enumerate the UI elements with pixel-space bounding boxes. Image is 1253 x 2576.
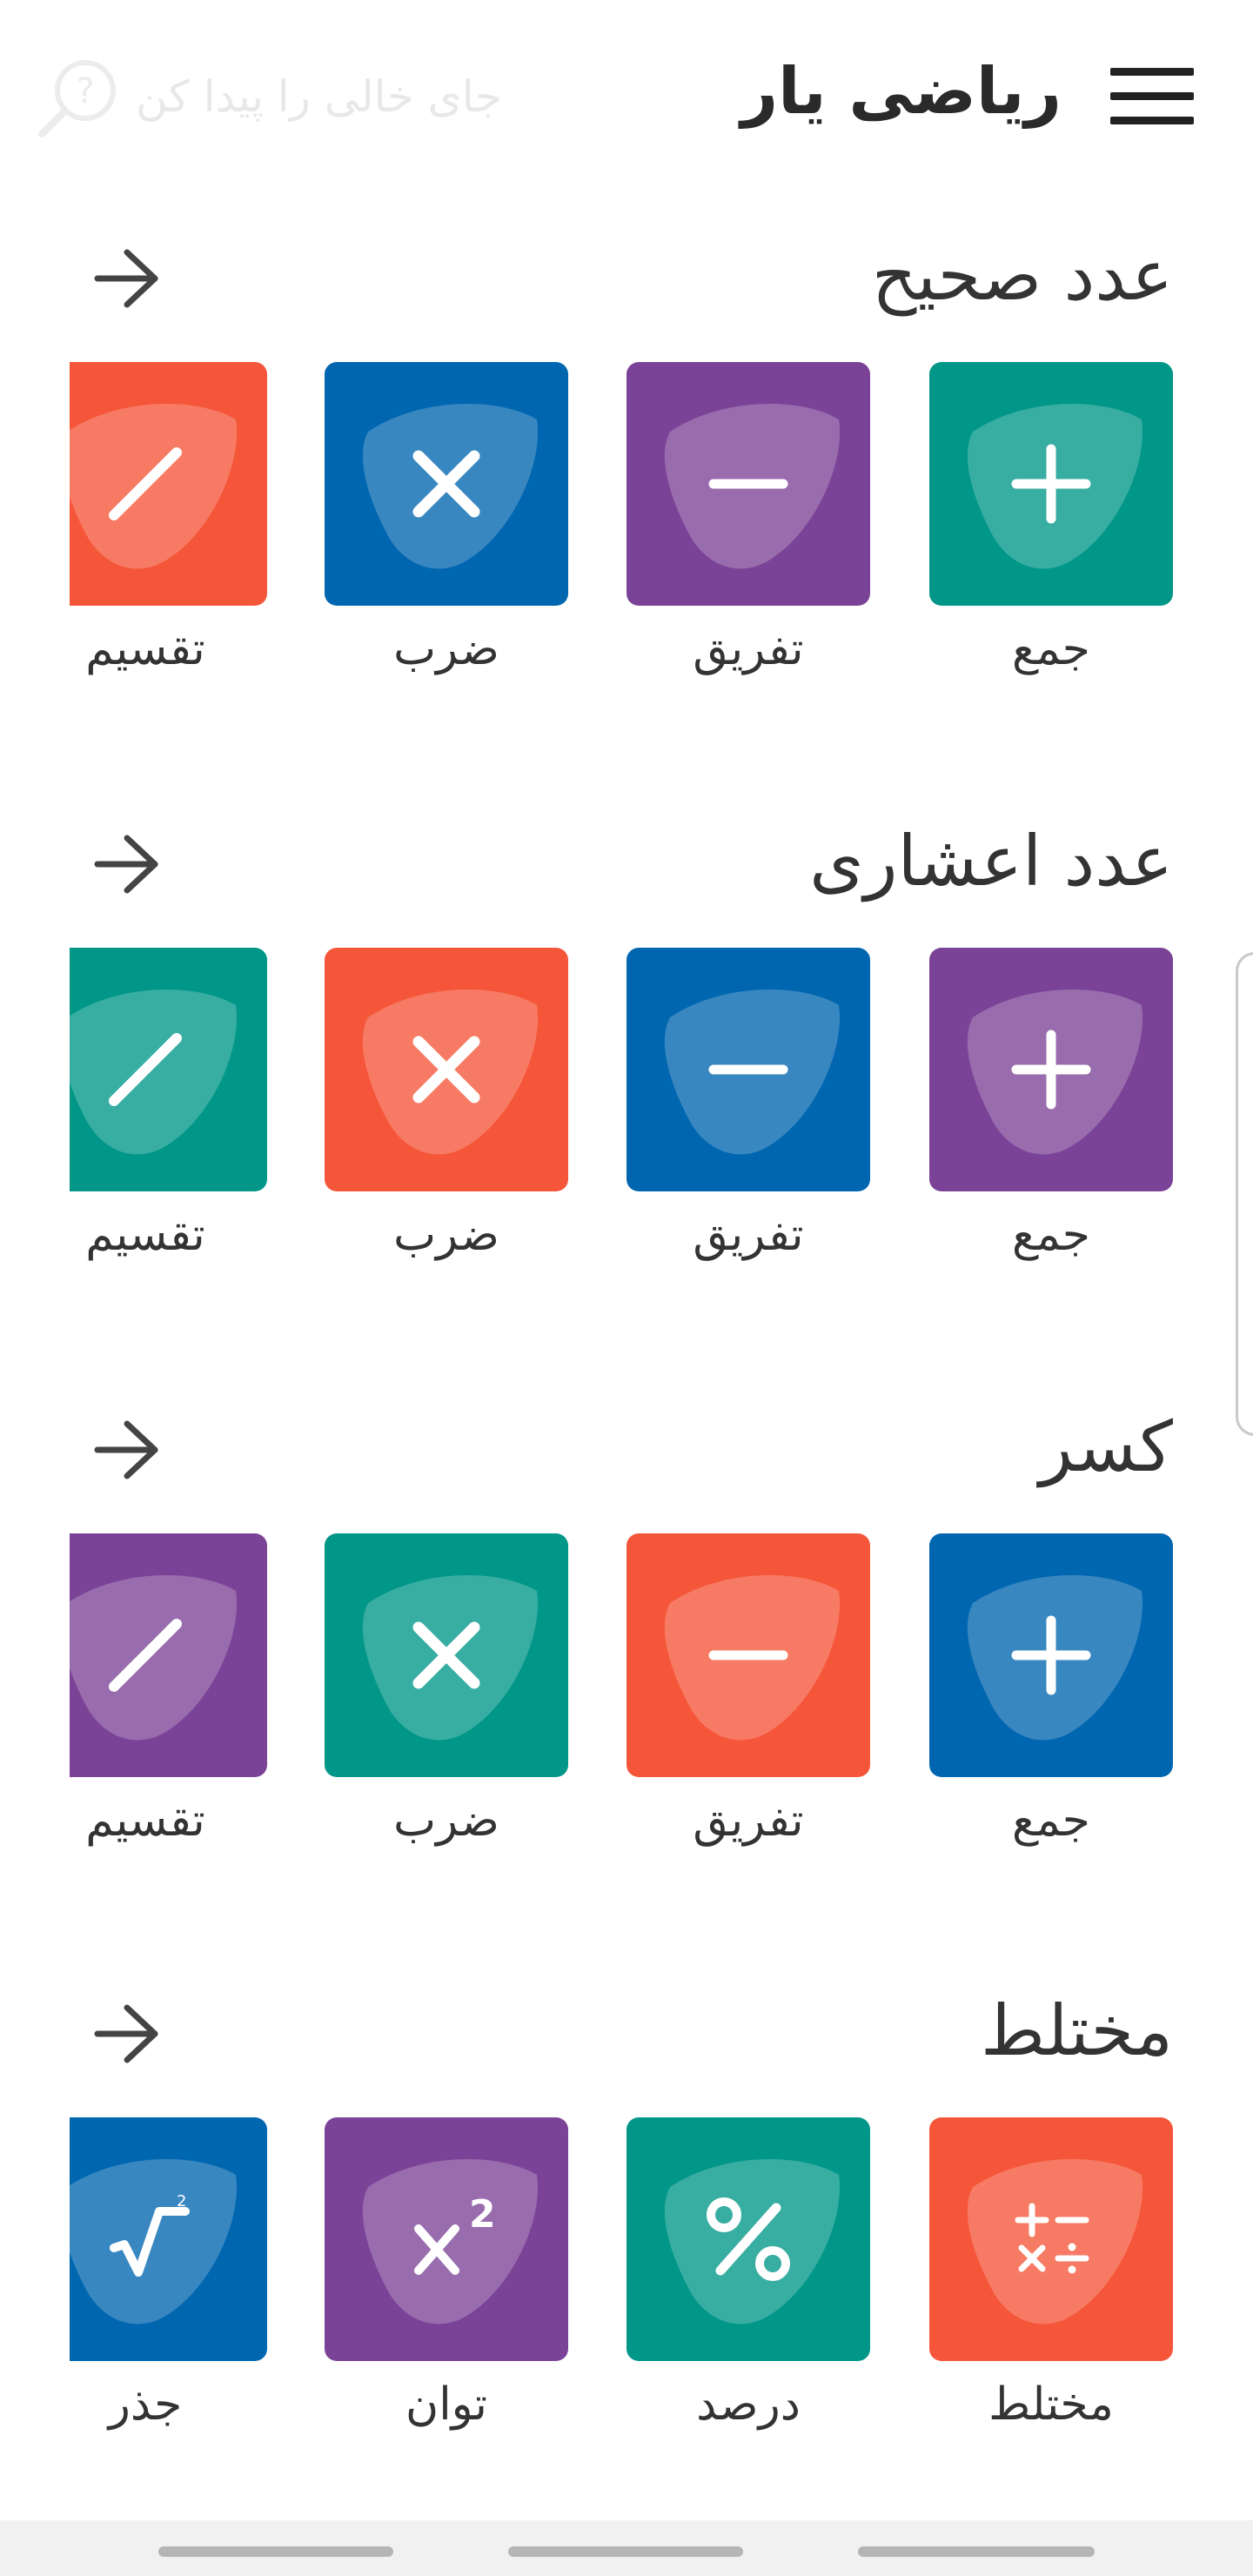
tile-decimal-divide[interactable] [70,948,267,1191]
section-integer: عدد صحیح جمع تفریق ضرب تقسیم [0,235,1253,722]
tile-label: جمع [1012,1794,1090,1847]
section-fraction: کسر جمع تفریق ضرب تقسیم [0,1406,1253,1894]
menu-icon-bar [1110,92,1194,100]
tile-fraction-subtract[interactable] [626,1533,870,1777]
tile-decimal-add[interactable] [929,948,1173,1191]
arrow-left-icon[interactable] [87,244,165,313]
tile-graphic [626,948,870,1191]
mixed-operations-icon [967,2158,1143,2324]
tile-graphic [70,362,267,606]
svg-text:2: 2 [469,2192,496,2237]
plus-icon [967,989,1143,1155]
times-icon [362,403,539,569]
tile-integer-subtract[interactable] [626,362,870,606]
arrow-left-icon[interactable] [87,1999,165,2069]
tile-graphic [626,1533,870,1777]
tile-graphic: 2 [70,2117,267,2361]
tile-fraction-divide[interactable] [70,1533,267,1777]
tile-graphic [626,2117,870,2361]
tile-graphic [325,1533,568,1777]
tile-label: تقسیم [85,1209,205,1261]
tile-integer-add[interactable] [929,362,1173,606]
percent-icon [664,2158,841,2324]
tile-label: ضرب [393,1209,499,1261]
tile-graphic [70,948,267,1191]
power-icon: 2 [362,2158,539,2324]
arrow-left-icon[interactable] [87,829,165,899]
tile-fraction-add[interactable] [929,1533,1173,1777]
tile-label: مختلط [988,2378,1114,2431]
section-mixed: مختلط 2 2 مختلط درصد توان جذر [0,1990,1253,2478]
tile-percent[interactable] [626,2117,870,2361]
minus-icon [664,1574,841,1741]
app-title: ریاضی یار [740,54,1062,129]
section-title: عدد صحیح [871,235,1173,316]
tile-label: درصد [696,2378,801,2431]
section-title: عدد اعشاری [809,821,1173,902]
search-placeholder: جای خالی را پیدا کن [136,71,502,122]
section-title: مختلط [980,1990,1173,2071]
tile-label: ضرب [393,1794,499,1847]
tile-power[interactable]: 2 [325,2117,568,2361]
tile-graphic [325,362,568,606]
tile-label: تقسیم [85,623,205,675]
plus-icon [967,1574,1143,1741]
menu-icon-bar [1110,68,1194,76]
tile-label: توان [405,2378,487,2431]
tile-label: تفریق [693,623,804,675]
tile-graphic [325,948,568,1191]
section-title: کسر [1039,1406,1173,1487]
tile-label: جمع [1012,1209,1090,1261]
arrow-left-icon[interactable] [87,1415,165,1485]
search-icon: ? [38,60,116,138]
divide-slash-icon [70,404,237,569]
tile-label: تفریق [693,1209,804,1261]
tile-integer-divide[interactable] [70,362,267,606]
tile-graphic [929,1533,1173,1777]
edge-panel-handle[interactable] [1236,952,1253,1436]
tile-graphic [626,362,870,606]
minus-icon [664,403,841,569]
tile-label: جمع [1012,623,1090,675]
nav-pill[interactable] [508,2546,743,2557]
tile-graphic [929,362,1173,606]
minus-icon [664,989,841,1155]
tile-graphic [929,948,1173,1191]
plus-icon [967,403,1143,569]
section-decimal: عدد اعشاری جمع تفریق ضرب تقسیم [0,821,1253,1308]
tile-decimal-subtract[interactable] [626,948,870,1191]
svg-text:2: 2 [177,2192,186,2210]
svg-text:?: ? [76,71,94,111]
menu-icon[interactable] [1103,61,1201,131]
menu-icon-bar [1110,117,1194,124]
nav-pill[interactable] [858,2546,1095,2557]
tile-integer-multiply[interactable] [325,362,568,606]
times-icon [362,1574,539,1741]
nav-pill[interactable] [158,2546,393,2557]
times-icon [362,989,539,1155]
tile-square-root[interactable]: 2 [70,2117,267,2361]
square-root-icon: 2 [70,2159,237,2324]
app-bar: ریاضی یار ? جای خالی را پیدا کن [0,0,1253,200]
tile-fraction-multiply[interactable] [325,1533,568,1777]
tile-label: تفریق [693,1794,804,1847]
search-button[interactable]: ? جای خالی را پیدا کن [31,50,571,146]
tile-label: ضرب [393,623,499,675]
tile-graphic [929,2117,1173,2361]
system-navigation-bar [0,2520,1253,2576]
divide-slash-icon [70,989,237,1155]
tile-graphic [70,1533,267,1777]
tile-label: جذر [108,2378,183,2431]
tile-graphic: 2 [325,2117,568,2361]
divide-slash-icon [70,1575,237,1741]
tile-decimal-multiply[interactable] [325,948,568,1191]
tile-label: تقسیم [85,1794,205,1847]
tile-mixed[interactable] [929,2117,1173,2361]
